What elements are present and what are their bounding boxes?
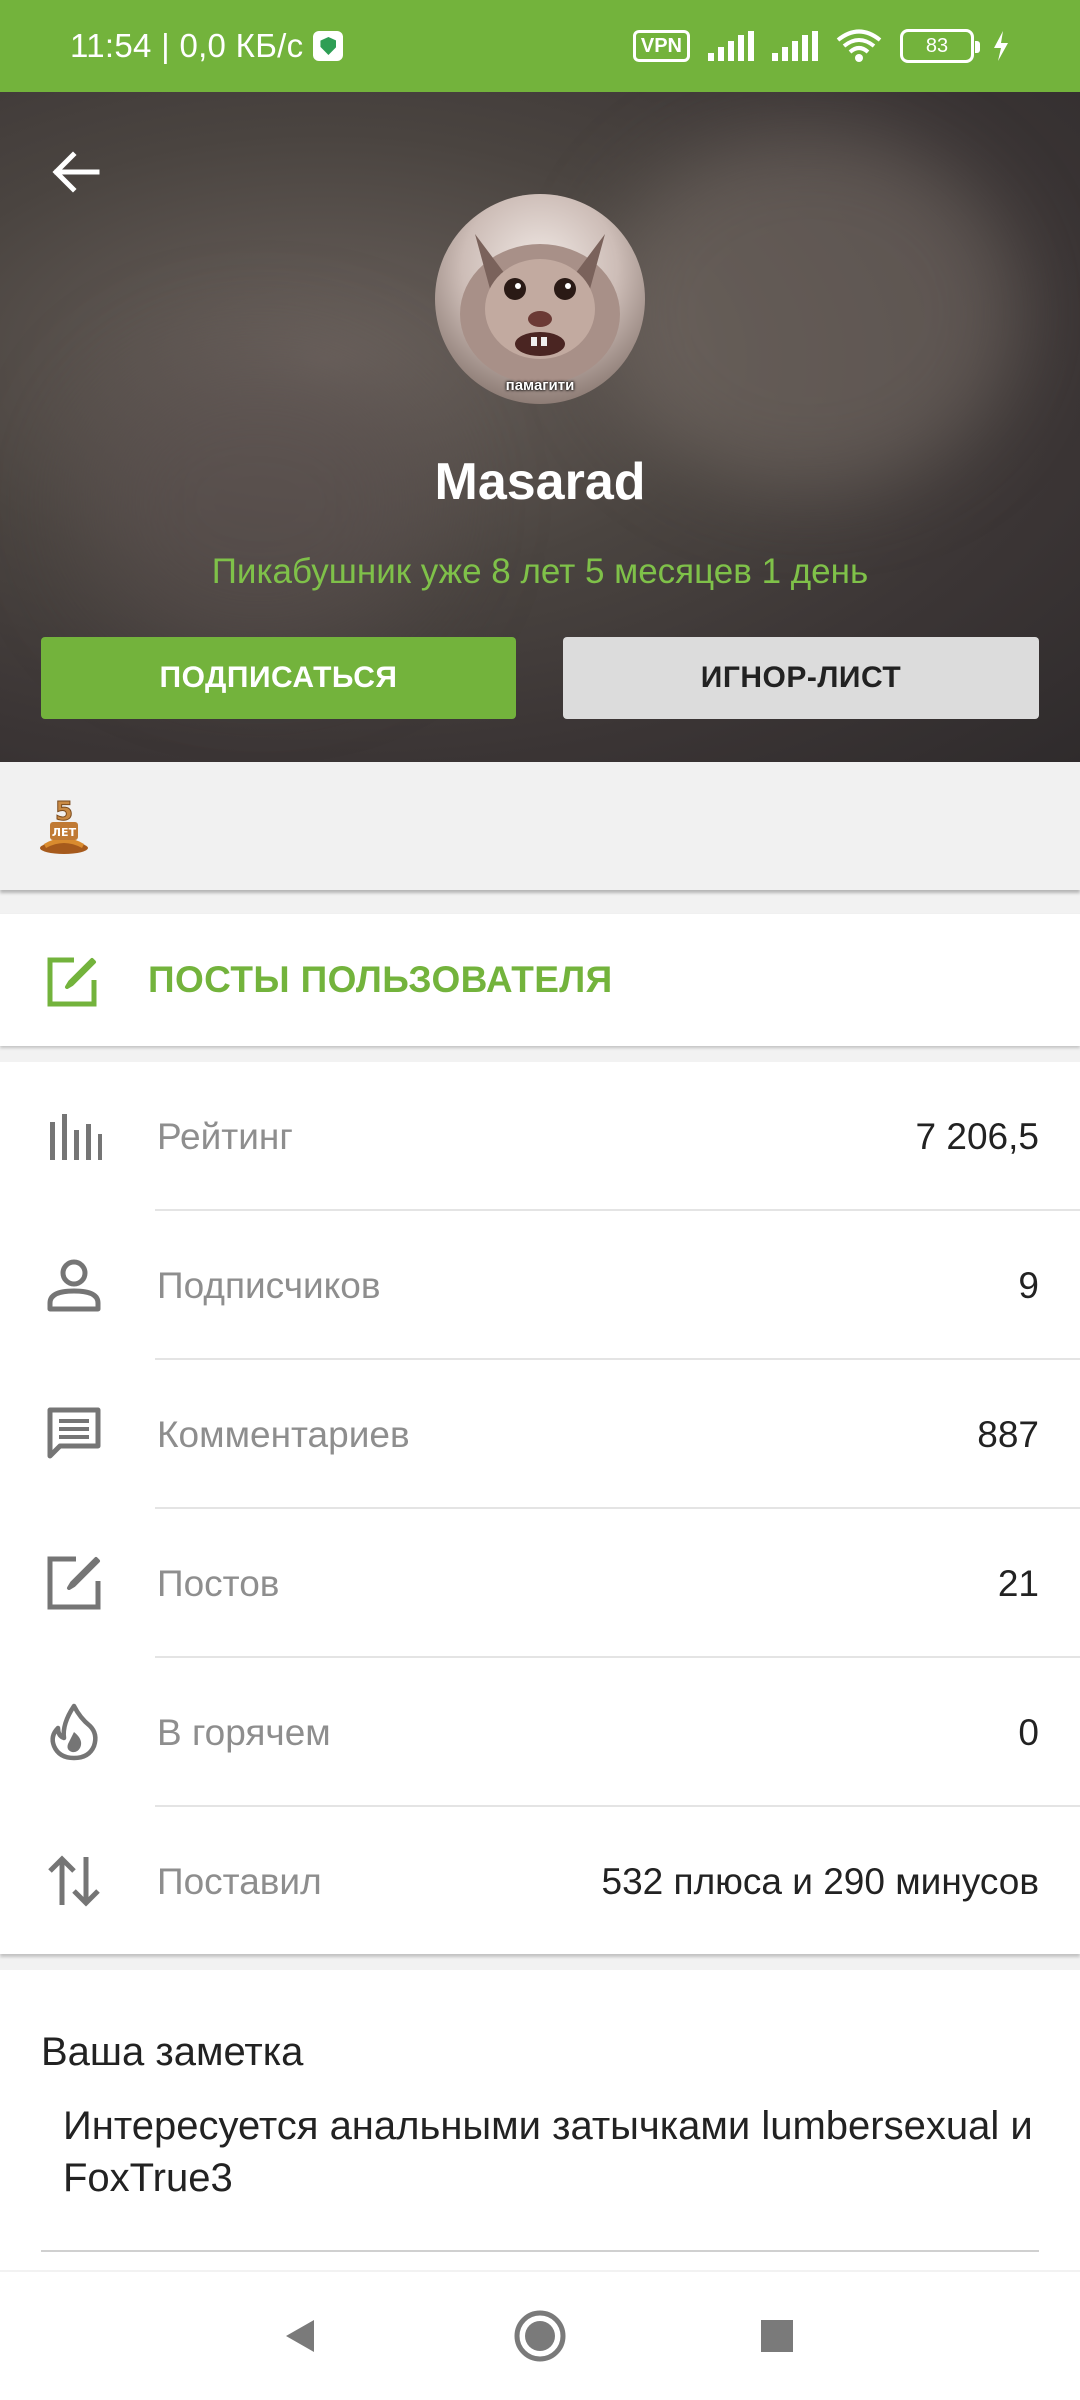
stat-value: 532 плюса и 290 минусов [601,1860,1039,1902]
stat-row-votes: Поставил 532 плюса и 290 минусов [0,1807,1080,1956]
username: Masarad [434,453,646,511]
arrow-back-icon [52,151,100,193]
back-button[interactable] [46,142,106,202]
stat-value: 0 [1018,1711,1039,1753]
flame-icon [50,1703,98,1761]
status-bar: 11:54 | 0,0 КБ/с VPN 83 [0,0,1080,92]
edit-icon [47,1556,101,1610]
profile-header: памагити Masarad Пикабушник уже 8 лет 5 … [0,92,1080,762]
stat-row-posts[interactable]: Постов 21 [0,1509,1080,1658]
stat-label: Постов [157,1562,280,1604]
user-note[interactable]: Ваша заметка Интересуется анальными заты… [0,1970,1080,2270]
system-nav-bar [0,2272,1080,2400]
rating-bars-icon [50,1114,102,1160]
status-time-speed: 11:54 | 0,0 КБ/с [70,27,304,64]
stat-row-subscribers[interactable]: Подписчиков 9 [0,1211,1080,1360]
stat-label: Подписчиков [157,1264,381,1306]
stats-list: Рейтинг 7 206,5 Подписчиков 9 Комментари… [0,1062,1080,1954]
triangle-back-icon [286,2320,314,2352]
signal-icon [708,31,754,61]
ignore-list-button[interactable]: ИГНОР-ЛИСТ [563,637,1039,719]
charging-bolt-icon [994,31,1008,61]
battery-level: 83 [925,34,949,57]
note-underline [41,2250,1039,2252]
stat-label: В горячем [157,1711,331,1753]
stat-label: Комментариев [157,1413,410,1455]
stat-label: Рейтинг [157,1115,293,1157]
person-icon [47,1259,101,1312]
nav-recents-button[interactable] [747,2306,807,2366]
svg-text:ЛЕТ: ЛЕТ [52,826,77,839]
header-bg-blur [600,132,1020,492]
stat-row-comments[interactable]: Комментариев 887 [0,1360,1080,1509]
status-right: VPN 83 [632,0,1010,92]
square-recents-icon [761,2320,793,2352]
stat-label: Поставил [157,1860,322,1902]
stat-value: 887 [977,1413,1039,1455]
note-text[interactable]: Интересуется анальными затычками lumbers… [63,2100,1043,2204]
svg-text:5: 5 [55,797,73,827]
wifi-icon [836,29,882,62]
stat-value: 7 206,5 [915,1115,1039,1157]
membership-duration: Пикабушник уже 8 лет 5 месяцев 1 день [211,552,869,591]
status-left: 11:54 | 0,0 КБ/с [70,0,344,92]
user-posts-link[interactable]: ПОСТЫ ПОЛЬЗОВАТЕЛЯ [0,914,1080,1046]
avatar-image [460,234,620,384]
signal-icon-2 [772,31,818,61]
comment-icon [47,1407,101,1459]
edit-icon [47,957,97,1007]
stat-row-hot[interactable]: В горячем 0 [0,1658,1080,1807]
sort-arrows-icon [48,1855,100,1907]
nav-home-button[interactable] [510,2306,570,2366]
vpn-badge: VPN [632,30,690,62]
nav-back-button[interactable] [270,2306,330,2366]
stat-value: 21 [997,1562,1039,1604]
avatar-caption: памагити [505,377,575,394]
stat-value: 9 [1018,1264,1039,1306]
note-title: Ваша заметка [41,2030,304,2074]
circle-home-icon [514,2310,566,2362]
shield-check-icon [313,31,344,61]
subscribe-button[interactable]: ПОДПИСАТЬСЯ [41,637,516,719]
avatar[interactable]: памагити [435,194,645,404]
awards-strip: ЛЕТ 5 [0,762,1080,890]
battery-icon: 83 [900,29,980,63]
stat-row-rating: Рейтинг 7 206,5 [0,1062,1080,1211]
user-posts-label: ПОСТЫ ПОЛЬЗОВАТЕЛЯ [148,959,613,1000]
5-years-award-icon[interactable]: ЛЕТ 5 [36,792,92,856]
